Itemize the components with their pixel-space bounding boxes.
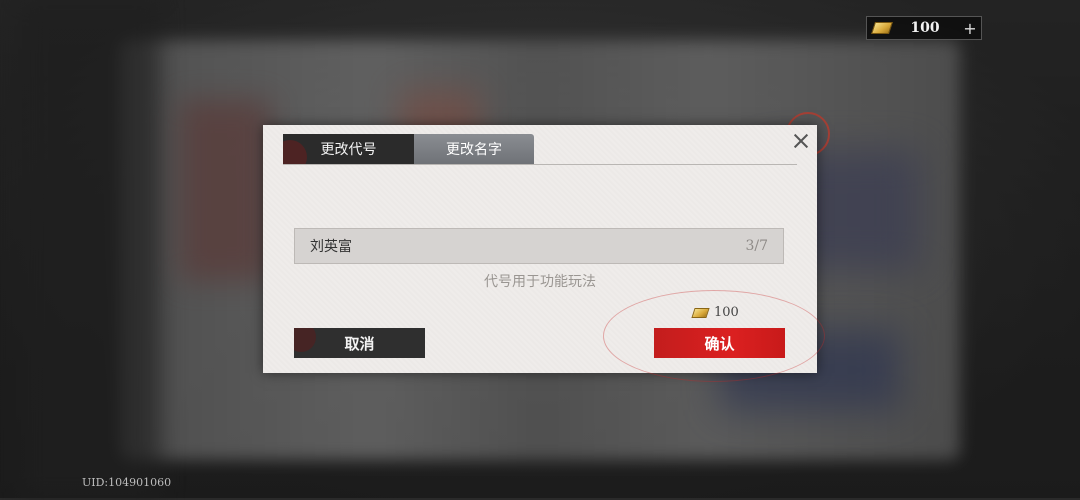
dialog-tabs: 更改代号 更改名字 <box>283 134 534 164</box>
hint-text: 代号用于功能玩法 <box>484 274 596 290</box>
cost-display: 100 <box>691 305 739 320</box>
background-shadow <box>20 0 160 500</box>
codename-input[interactable] <box>310 238 746 254</box>
rename-dialog: 更改代号 更改名字 3/7 代号用于功能玩法 100 取消 确认 <box>263 125 825 382</box>
close-icon[interactable] <box>791 131 811 151</box>
gold-bar-icon <box>871 22 893 34</box>
cancel-button[interactable]: 取消 <box>294 328 425 358</box>
tab-label: 更改名字 <box>446 142 502 158</box>
char-counter: 3/7 <box>745 238 768 254</box>
background-figure-left <box>180 100 270 280</box>
tab-change-codename[interactable]: 更改代号 <box>283 134 414 164</box>
confirm-button[interactable]: 确认 <box>654 328 785 358</box>
ink-blot-decoration <box>283 140 307 164</box>
ink-blot-decoration <box>294 328 316 352</box>
cancel-label: 取消 <box>344 334 375 353</box>
cost-amount: 100 <box>714 305 739 320</box>
currency-display: 100 + <box>866 16 982 40</box>
tab-divider <box>283 164 797 165</box>
currency-amount: 100 <box>910 20 940 36</box>
codename-field[interactable]: 3/7 <box>294 228 784 264</box>
add-currency-button[interactable]: + <box>959 19 981 38</box>
uid-label: UID:104901060 <box>82 476 172 489</box>
gold-bar-icon <box>691 307 710 318</box>
tab-label: 更改代号 <box>320 142 377 158</box>
tab-change-name[interactable]: 更改名字 <box>414 134 534 164</box>
confirm-label: 确认 <box>704 334 735 353</box>
